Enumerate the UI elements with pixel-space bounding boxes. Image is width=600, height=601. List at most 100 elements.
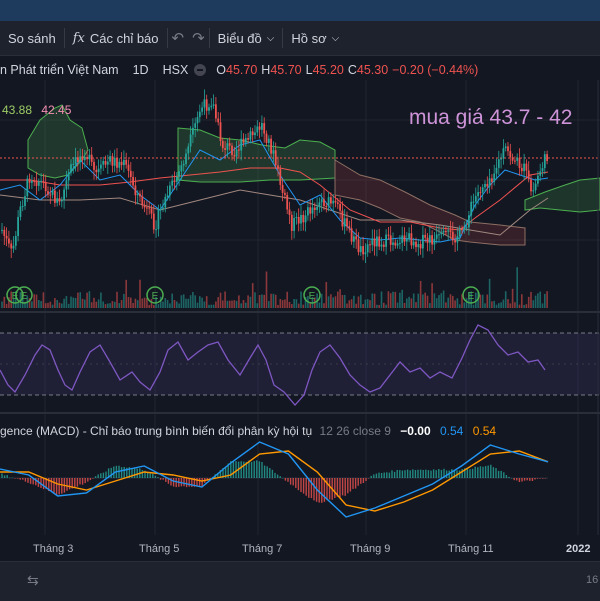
candle-body xyxy=(261,123,263,130)
volume-bar xyxy=(392,291,394,308)
candle-body xyxy=(37,181,40,186)
macd-hist-bar xyxy=(79,478,81,485)
volume-bar xyxy=(369,300,371,308)
volume-bar xyxy=(537,293,539,308)
macd-hist-bar xyxy=(133,468,136,478)
macd-hist-bar xyxy=(157,477,159,478)
chart-annotation-text[interactable]: mua giá 43.7 - 42 xyxy=(409,106,572,130)
candle-body xyxy=(343,218,346,227)
volume-bar xyxy=(383,302,385,308)
volume-bar xyxy=(261,294,263,308)
volume-bar xyxy=(268,301,270,308)
bottom-bar: ⇆ 16 xyxy=(0,561,600,601)
volume-bar xyxy=(272,293,275,308)
volume-bar xyxy=(403,302,406,308)
macd-hist-bar xyxy=(490,464,492,478)
candle-body xyxy=(235,149,238,157)
candle-body xyxy=(150,208,153,214)
volume-bar xyxy=(222,300,224,308)
macd-hist-bar xyxy=(84,478,86,484)
macd-hist-bar xyxy=(427,470,430,478)
volume-bar xyxy=(458,304,461,308)
macd-hist-bar xyxy=(1,473,3,478)
volume-bar xyxy=(134,298,137,308)
candle-body xyxy=(451,231,454,241)
volume-bar xyxy=(17,302,19,308)
candle-body xyxy=(543,154,546,169)
candle-body xyxy=(477,192,479,197)
time-axis[interactable]: Tháng 3 Tháng 5 Tháng 7 Tháng 9 Tháng 11… xyxy=(0,540,600,558)
candle-body xyxy=(155,229,157,231)
high-value: 45.70 xyxy=(270,63,302,77)
candle-body xyxy=(146,207,148,209)
volume-bar xyxy=(201,297,203,308)
candle-body xyxy=(442,230,445,233)
earnings-marker-icon[interactable]: E xyxy=(15,286,33,304)
interval-label[interactable]: 1D xyxy=(133,63,149,77)
volume-bar xyxy=(217,297,219,308)
macd-hist-bar xyxy=(287,478,289,482)
volume-bar xyxy=(343,294,346,308)
volume-bar xyxy=(224,291,226,308)
volume-bar xyxy=(350,299,353,308)
macd-hist-bar xyxy=(461,468,463,478)
candle-body xyxy=(364,252,367,255)
volume-bar xyxy=(238,295,240,308)
macd-hist-bar xyxy=(313,478,315,501)
candle-body xyxy=(19,206,22,217)
candle-body xyxy=(129,170,132,177)
candle-body xyxy=(14,236,17,246)
volume-bar xyxy=(235,300,238,308)
volume-bar xyxy=(463,302,466,308)
macd-hist-bar xyxy=(74,478,76,488)
macd-hist-bar xyxy=(11,477,14,479)
candle-body xyxy=(97,168,100,173)
macd-hist-bar xyxy=(201,478,203,487)
macd-params: 12 26 close 9 xyxy=(319,424,391,438)
price-chart[interactable]: E E E E E xyxy=(0,0,600,600)
volume-bar xyxy=(323,303,325,308)
candle-body xyxy=(336,202,339,204)
time-axis-label: Tháng 9 xyxy=(350,543,391,555)
candle-body xyxy=(290,214,293,231)
volume-bar xyxy=(330,294,332,308)
candle-body xyxy=(28,178,31,183)
volume-bar xyxy=(327,296,330,308)
calendar-range-icon[interactable]: ⇆ xyxy=(27,572,39,589)
candle-body xyxy=(240,138,243,151)
candle-body xyxy=(311,207,314,214)
candle-body xyxy=(456,236,459,243)
macd-hist-bar xyxy=(248,460,250,478)
volume-bar xyxy=(357,296,360,308)
volume-bar xyxy=(302,304,305,308)
macd-hist-bar xyxy=(183,478,185,487)
volume-bar xyxy=(136,300,139,308)
candle-body xyxy=(93,161,95,170)
candle-body xyxy=(440,232,443,235)
volume-bar xyxy=(123,293,125,308)
volume-bar xyxy=(332,297,334,308)
symbol-legend[interactable]: n Phát triển Việt Nam 1D HSX O 45.70 H 45.… xyxy=(0,62,482,78)
macd-hist-bar xyxy=(373,474,375,478)
low-value: 45.20 xyxy=(312,63,344,77)
volume-bar xyxy=(182,294,185,308)
candle-body xyxy=(277,165,279,169)
candle-body xyxy=(304,215,307,223)
candle-body xyxy=(371,238,374,245)
macd-legend[interactable]: gence (MACD) - Chỉ báo trung bình biến đ… xyxy=(0,424,496,438)
ichimoku-value-a: 43.88 xyxy=(2,103,33,117)
macd-hist-bar xyxy=(503,472,505,478)
candle-body xyxy=(504,146,507,149)
macd-hist-bar xyxy=(477,467,479,478)
macd-hist-bar xyxy=(539,478,541,479)
candle-body xyxy=(419,244,422,249)
visibility-toggle-icon[interactable] xyxy=(194,64,207,76)
macd-hist-bar xyxy=(100,473,102,478)
macd-hist-bar xyxy=(383,472,385,478)
macd-hist-bar xyxy=(123,466,125,478)
candle-body xyxy=(313,207,316,210)
candle-body xyxy=(486,183,489,187)
volume-bar xyxy=(320,293,323,308)
macd-hist-bar xyxy=(256,460,258,478)
macd-hist-bar xyxy=(110,467,112,478)
